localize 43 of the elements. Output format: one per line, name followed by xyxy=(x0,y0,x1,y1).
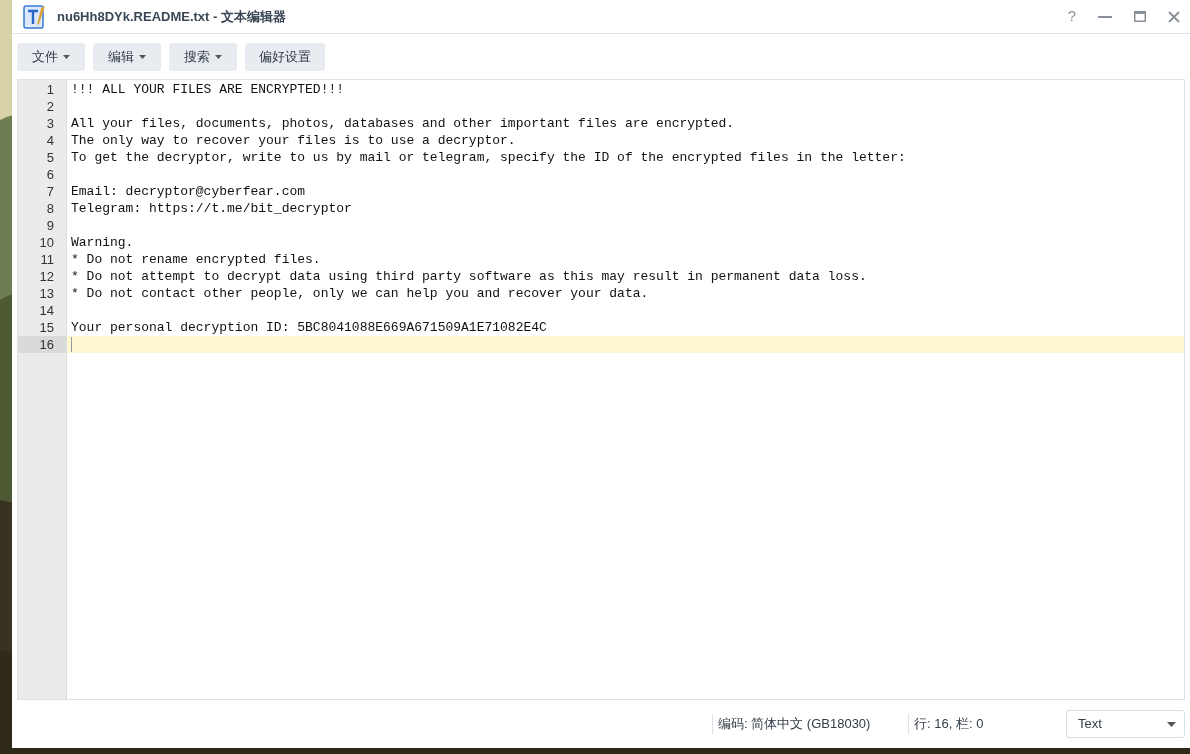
line-number: 2 xyxy=(46,99,54,114)
code-line: * Do not attempt to decrypt data using third party software as this may result in permanent data loss. xyxy=(71,268,867,285)
code-line: To get the decryptor, write to us by mail or telegram, specify the ID of the encrypted files in the letter: xyxy=(71,149,906,166)
caret-icon xyxy=(139,55,146,59)
line-number: 16 xyxy=(39,337,54,352)
code-line: Email: decryptor@cyberfear.com xyxy=(71,183,306,200)
line-number: 7 xyxy=(46,184,54,199)
line-number: 6 xyxy=(46,167,54,182)
text-editor-icon xyxy=(23,3,47,30)
line-number: 13 xyxy=(39,286,54,301)
caret-icon xyxy=(1167,721,1176,727)
menu-button[interactable]: 文件 xyxy=(17,43,85,71)
maximize-icon[interactable] xyxy=(1134,11,1146,22)
line-number: 1 xyxy=(46,82,54,97)
caret-icon xyxy=(63,55,70,59)
code-line: Telegram: https://t.me/bit_decryptor xyxy=(71,200,352,217)
menu-button[interactable]: 搜索 xyxy=(169,43,237,71)
line-number: 4 xyxy=(46,133,54,148)
line-number: 10 xyxy=(39,235,54,250)
line-number: 11 xyxy=(40,252,54,267)
window-title: nu6Hh8DYk.README.txt - 文本编辑器 xyxy=(57,7,286,26)
code-line: All your files, documents, photos, databases and other important files are encrypted. xyxy=(71,115,735,132)
code-line: * Do not rename encrypted files. xyxy=(71,251,321,268)
line-number: 12 xyxy=(39,269,54,284)
code-line: * Do not contact other people, only we can help you and recover your data. xyxy=(71,285,649,302)
text-cursor xyxy=(71,337,72,352)
line-number: 3 xyxy=(46,116,54,131)
line-number: 14 xyxy=(39,303,54,318)
caret-icon xyxy=(215,55,222,59)
code-line: Warning. xyxy=(71,234,134,251)
encoding-label: 编码: 简体中文 (GB18030) xyxy=(712,714,908,734)
line-number: 8 xyxy=(46,201,54,216)
close-icon[interactable] xyxy=(1168,10,1180,23)
line-number: 15 xyxy=(39,320,54,335)
cursor-position-label: 行: 16, 栏: 0 xyxy=(908,714,1066,734)
code-line: !!! ALL YOUR FILES ARE ENCRYPTED!!! xyxy=(71,81,345,98)
line-number: 9 xyxy=(46,218,54,233)
code-line: Your personal decryption ID: 5BC8041088E669A671509A1E71082E4C xyxy=(71,319,547,336)
menu-button[interactable]: 偏好设置 xyxy=(245,43,325,71)
code-line: The only way to recover your files is to use a decryptor. xyxy=(71,132,516,149)
syntax-mode-dropdown[interactable]: Text xyxy=(1066,710,1185,738)
menu-button[interactable]: 编辑 xyxy=(93,43,161,71)
line-number: 5 xyxy=(46,150,54,165)
